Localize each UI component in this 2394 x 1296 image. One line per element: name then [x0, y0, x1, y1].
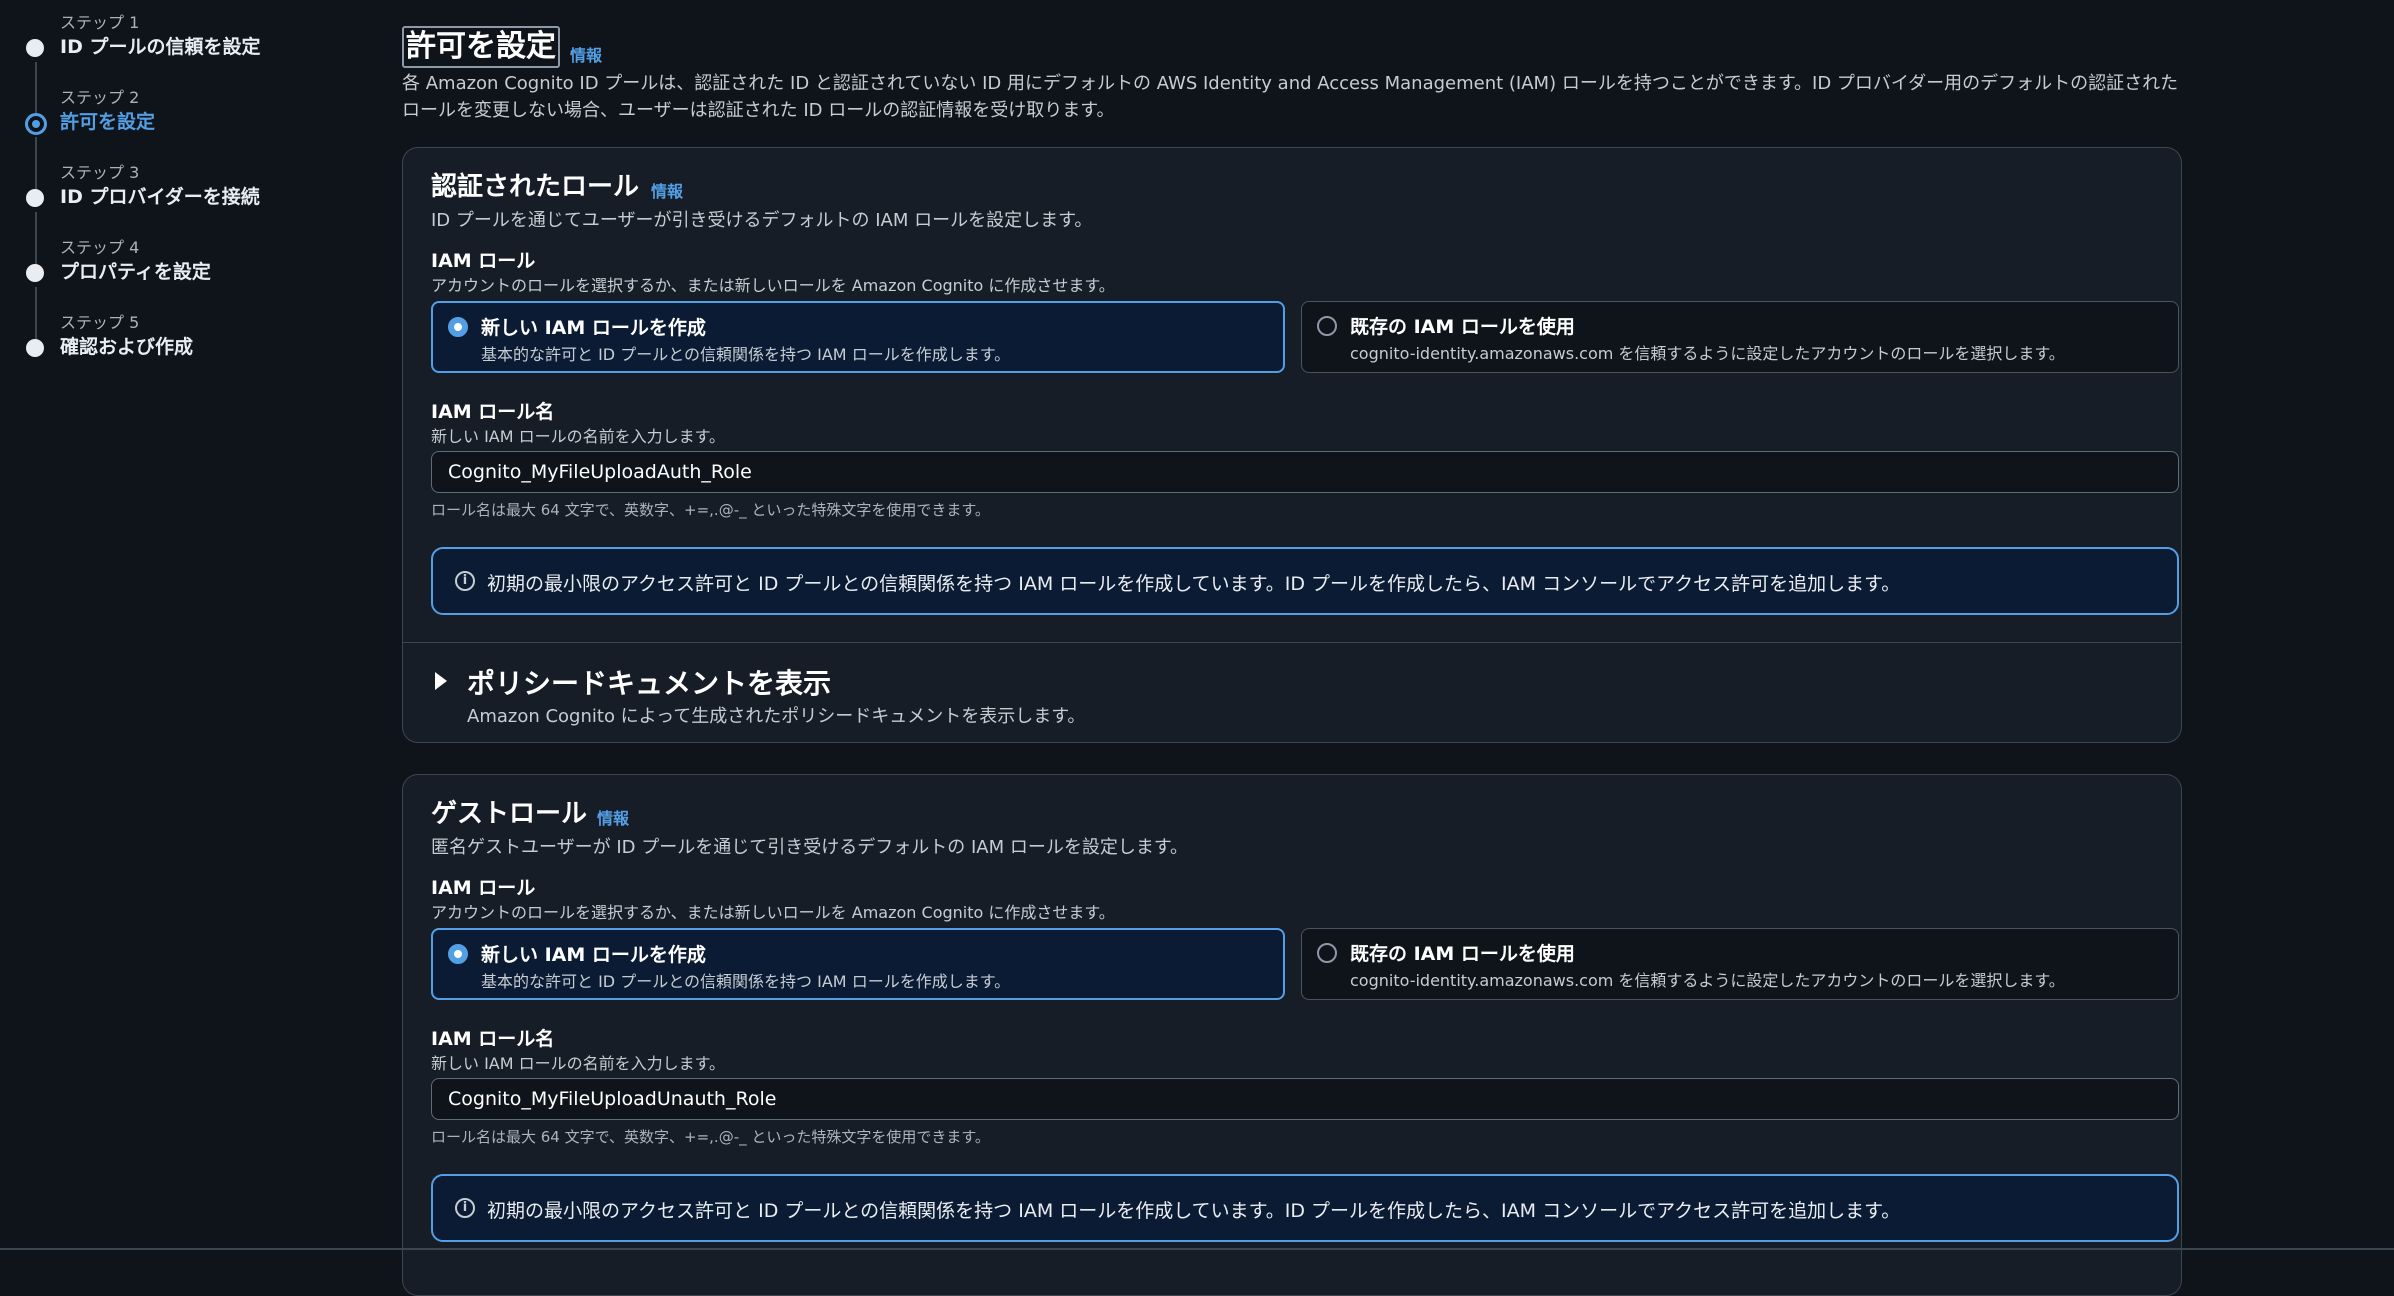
section-description: 匿名ゲストユーザーが ID プールを通じて引き受けるデフォルトの IAM ロール… [431, 837, 1189, 858]
use-existing-role-option[interactable]: 既存の IAM ロールを使用 cognito-identity.amazonaw… [1301, 928, 2179, 1000]
option-title: 既存の IAM ロールを使用 [1350, 943, 1575, 965]
option-description: 基本的な許可と ID プールとの信頼関係を持つ IAM ロールを作成します。 [481, 972, 1011, 991]
role-name-label: IAM ロール名 [431, 1028, 555, 1050]
step-5: ステップ 5 確認および作成 [26, 312, 194, 360]
expander-title[interactable]: ポリシードキュメントを表示 [467, 662, 831, 702]
iam-role-label: IAM ロール [431, 877, 536, 899]
step-label: ステップ 4 [60, 238, 140, 257]
step-dot-icon [26, 264, 44, 282]
step-connector [35, 212, 37, 264]
radio-selected-icon[interactable] [448, 317, 468, 337]
radio-unselected-icon[interactable] [1317, 943, 1337, 963]
role-name-input[interactable]: Cognito_MyFileUploadAuth_Role [431, 451, 2179, 493]
step-connector [35, 287, 37, 339]
create-new-role-option[interactable]: 新しい IAM ロールを作成 基本的な許可と ID プールとの信頼関係を持つ I… [431, 928, 1285, 1000]
step-label: ステップ 1 [60, 13, 140, 32]
step-label: ステップ 3 [60, 163, 140, 182]
info-icon: i [455, 571, 475, 591]
step-dot-icon [26, 39, 44, 57]
step-name: プロパティを設定 [60, 261, 211, 283]
step-name: 許可を設定 [60, 111, 156, 133]
info-link[interactable]: 情報 [651, 178, 683, 202]
radio-selected-icon[interactable] [448, 944, 468, 964]
step-3: ステップ 3 ID プロバイダーを接続 [26, 162, 260, 210]
step-label: ステップ 5 [60, 313, 140, 332]
alert-text: 初期の最小限のアクセス許可と ID プールとの信頼関係を持つ IAM ロールを作… [487, 573, 1901, 595]
step-label: ステップ 2 [60, 88, 140, 107]
authenticated-role-card: 認証されたロール 情報 ID プールを通じてユーザーが引き受けるデフォルトの I… [402, 147, 2182, 743]
option-title: 既存の IAM ロールを使用 [1350, 316, 1575, 338]
role-name-hint: ロール名は最大 64 文字で、英数字、+=,.@-_ といった特殊文字を使用でき… [431, 501, 990, 519]
step-connector [35, 137, 37, 189]
step-name: ID プールの信頼を設定 [60, 36, 261, 58]
info-link[interactable]: 情報 [597, 805, 629, 829]
iam-role-description: アカウントのロールを選択するか、または新しいロールを Amazon Cognit… [431, 276, 1115, 295]
step-name: 確認および作成 [60, 336, 194, 358]
option-description: cognito-identity.amazonaws.com を信頼するように設… [1350, 344, 2065, 363]
page-description: 各 Amazon Cognito ID プールは、認証された ID と認証されて… [402, 73, 2179, 121]
role-name-input[interactable]: Cognito_MyFileUploadUnauth_Role [431, 1078, 2179, 1120]
caret-right-icon[interactable] [435, 672, 447, 690]
iam-role-description: アカウントのロールを選択するか、または新しいロールを Amazon Cognit… [431, 903, 1115, 922]
info-alert: i 初期の最小限のアクセス許可と ID プールとの信頼関係を持つ IAM ロール… [431, 547, 2179, 615]
page-bottom-border [0, 1248, 2394, 1250]
step-dot-icon [26, 189, 44, 207]
option-description: cognito-identity.amazonaws.com を信頼するように設… [1350, 971, 2065, 990]
info-link[interactable]: 情報 [570, 42, 602, 66]
option-description: 基本的な許可と ID プールとの信頼関係を持つ IAM ロールを作成します。 [481, 345, 1011, 364]
role-name-description: 新しい IAM ロールの名前を入力します。 [431, 1054, 726, 1073]
iam-role-label: IAM ロール [431, 250, 536, 272]
section-title: ゲストロール [431, 799, 588, 829]
step-connector [35, 62, 37, 114]
step-1[interactable]: ステップ 1 ID プールの信頼を設定 [26, 12, 261, 60]
create-new-role-option[interactable]: 新しい IAM ロールを作成 基本的な許可と ID プールとの信頼関係を持つ I… [431, 301, 1285, 373]
divider [403, 642, 2181, 643]
role-name-hint: ロール名は最大 64 文字で、英数字、+=,.@-_ といった特殊文字を使用でき… [431, 1128, 990, 1146]
alert-text: 初期の最小限のアクセス許可と ID プールとの信頼関係を持つ IAM ロールを作… [487, 1200, 1901, 1222]
info-icon: i [455, 1198, 475, 1218]
section-description: ID プールを通じてユーザーが引き受けるデフォルトの IAM ロールを設定します… [431, 210, 1093, 231]
step-name: ID プロバイダーを接続 [60, 186, 260, 208]
step-current-icon [25, 113, 47, 135]
radio-unselected-icon[interactable] [1317, 316, 1337, 336]
option-title: 新しい IAM ロールを作成 [481, 317, 706, 339]
info-alert: i 初期の最小限のアクセス許可と ID プールとの信頼関係を持つ IAM ロール… [431, 1174, 2179, 1242]
expander-description: Amazon Cognito によって生成されたポリシードキュメントを表示します… [467, 706, 1086, 727]
page-title: 許可を設定 [402, 26, 560, 68]
step-dot-icon [26, 339, 44, 357]
guest-role-card: ゲストロール 情報 匿名ゲストユーザーが ID プールを通じて引き受けるデフォル… [402, 774, 2182, 1296]
role-name-label: IAM ロール名 [431, 401, 555, 423]
option-title: 新しい IAM ロールを作成 [481, 944, 706, 966]
role-name-description: 新しい IAM ロールの名前を入力します。 [431, 427, 726, 446]
use-existing-role-option[interactable]: 既存の IAM ロールを使用 cognito-identity.amazonaw… [1301, 301, 2179, 373]
step-4: ステップ 4 プロパティを設定 [26, 237, 211, 285]
section-title: 認証されたロール [431, 172, 640, 202]
step-2[interactable]: ステップ 2 許可を設定 [25, 87, 156, 135]
